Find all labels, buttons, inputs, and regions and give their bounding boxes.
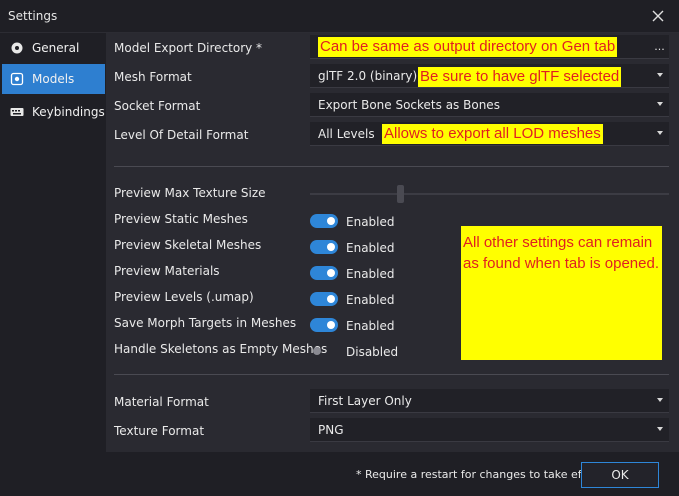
sidebar-item-label: General bbox=[32, 41, 80, 55]
lod-format-value: All Levels bbox=[318, 126, 375, 141]
material-format-value: First Layer Only bbox=[318, 393, 412, 408]
toggle-state: Enabled bbox=[346, 267, 395, 281]
texture-format-label: Texture Format bbox=[114, 424, 205, 438]
gear-icon bbox=[2, 41, 32, 55]
preview-materials-toggle[interactable] bbox=[310, 266, 338, 280]
annotation-mesh-format: Be sure to have glTF selected bbox=[418, 67, 622, 87]
toggle-label: Save Morph Targets in Meshes bbox=[114, 316, 297, 330]
sidebar-item-general[interactable]: General bbox=[2, 33, 105, 63]
save-morph-targets-toggle[interactable] bbox=[310, 318, 338, 332]
close-button[interactable] bbox=[645, 4, 671, 28]
chevron-down-icon bbox=[657, 427, 663, 431]
toggle-label: Preview Materials bbox=[114, 264, 220, 278]
divider bbox=[114, 374, 669, 375]
annotation-other-settings: All other settings can remain as found w… bbox=[461, 226, 662, 360]
sidebar-item-label: Keybindings bbox=[32, 105, 105, 119]
toggle-state: Enabled bbox=[346, 215, 395, 229]
chevron-down-icon bbox=[657, 131, 663, 135]
texture-format-select[interactable]: PNG bbox=[310, 418, 669, 442]
window-title: Settings bbox=[8, 9, 58, 23]
keyboard-icon bbox=[2, 105, 32, 119]
sidebar-item-keybindings[interactable]: Keybindings bbox=[2, 97, 105, 127]
socket-format-label: Socket Format bbox=[114, 99, 201, 113]
lod-format-label: Level Of Detail Format bbox=[114, 128, 249, 142]
toggle-state: Enabled bbox=[346, 241, 395, 255]
mesh-format-label: Mesh Format bbox=[114, 70, 192, 84]
texture-format-value: PNG bbox=[318, 422, 344, 437]
mesh-format-value: glTF 2.0 (binary) bbox=[318, 68, 418, 83]
sidebar-item-models[interactable]: Models bbox=[2, 64, 105, 94]
preview-texture-size-label: Preview Max Texture Size bbox=[114, 186, 266, 200]
restart-note: * Require a restart for changes to take … bbox=[356, 468, 603, 481]
preview-skeletal-meshes-toggle[interactable] bbox=[310, 240, 338, 254]
dialog-footer: * Require a restart for changes to take … bbox=[0, 452, 679, 496]
annotation-export-dir: Can be same as output directory on Gen t… bbox=[318, 37, 618, 57]
slider-handle[interactable] bbox=[397, 185, 404, 203]
export-dir-label: Model Export Directory * bbox=[114, 41, 263, 55]
divider bbox=[114, 166, 669, 167]
preview-static-meshes-toggle[interactable] bbox=[310, 214, 338, 228]
chevron-down-icon bbox=[657, 73, 663, 77]
toggle-state: Disabled bbox=[346, 345, 399, 359]
material-format-select[interactable]: First Layer Only bbox=[310, 389, 669, 413]
sidebar: General Models Keybindings bbox=[0, 33, 106, 452]
ok-button[interactable]: OK bbox=[581, 462, 659, 488]
title-bar: Settings bbox=[0, 0, 679, 33]
toggle-label: Preview Static Meshes bbox=[114, 212, 248, 226]
browse-button[interactable]: ... bbox=[650, 35, 669, 59]
annotation-lod: Allows to export all LOD meshes bbox=[382, 124, 603, 144]
close-icon bbox=[652, 10, 664, 22]
preview-texture-size-slider[interactable] bbox=[310, 193, 669, 195]
socket-format-value: Export Bone Sockets as Bones bbox=[318, 97, 500, 112]
toggle-label: Preview Levels (.umap) bbox=[114, 290, 254, 304]
material-format-label: Material Format bbox=[114, 395, 209, 409]
preview-levels-toggle[interactable] bbox=[310, 292, 338, 306]
handle-skeletons-toggle[interactable] bbox=[310, 344, 338, 358]
toggle-state: Enabled bbox=[346, 319, 395, 333]
sidebar-item-label: Models bbox=[32, 72, 75, 86]
cube-icon bbox=[2, 72, 32, 86]
toggle-label: Preview Skeletal Meshes bbox=[114, 238, 262, 252]
socket-format-select[interactable]: Export Bone Sockets as Bones bbox=[310, 93, 669, 117]
chevron-down-icon bbox=[657, 102, 663, 106]
toggle-label: Handle Skeletons as Empty Meshes bbox=[114, 342, 328, 356]
chevron-down-icon bbox=[657, 398, 663, 402]
toggle-state: Enabled bbox=[346, 293, 395, 307]
